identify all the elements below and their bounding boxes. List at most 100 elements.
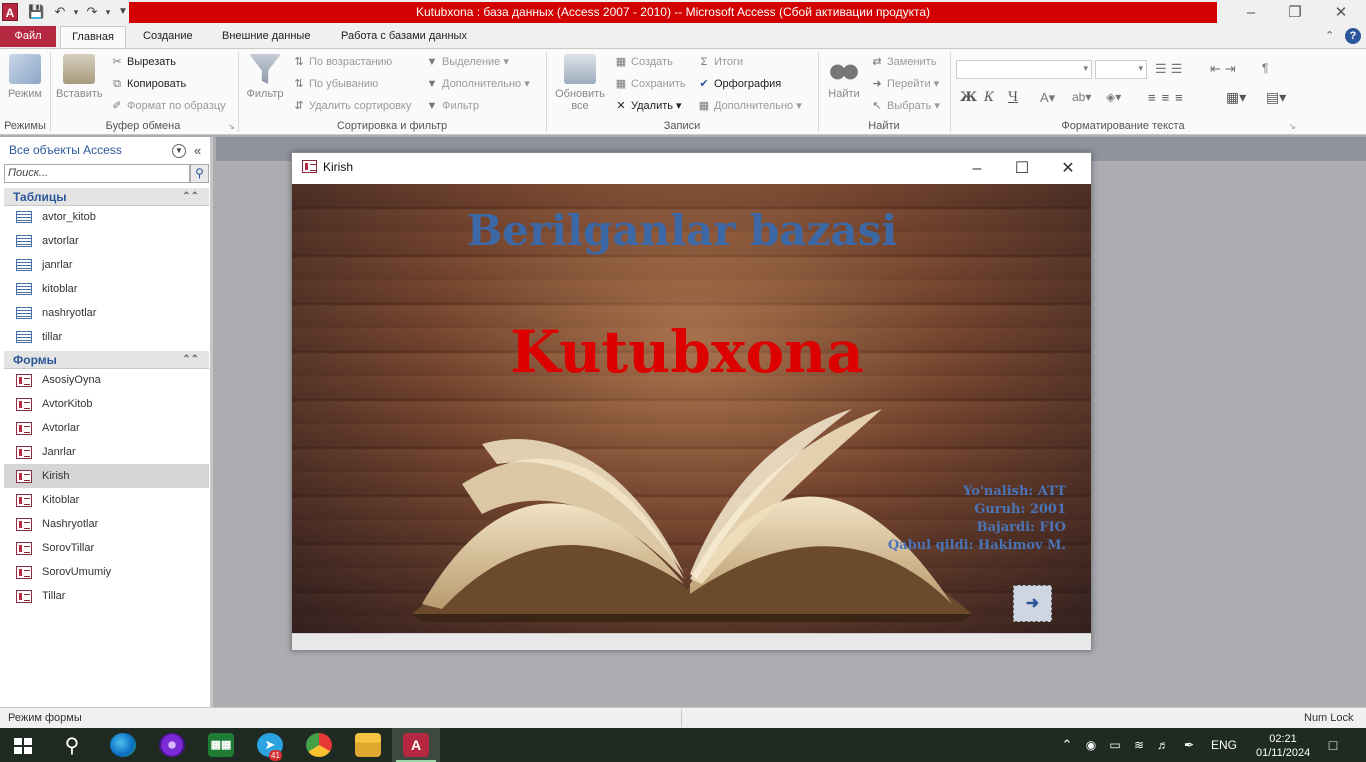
search-icon[interactable]: ⚲	[60, 734, 84, 758]
tab-home[interactable]: Главная	[60, 26, 126, 49]
wifi-icon[interactable]: ≋	[1130, 728, 1148, 762]
save-record-button[interactable]: ▦ Сохранить	[614, 75, 686, 93]
form-item-nashryotlar[interactable]: Nashryotlar	[4, 512, 209, 536]
delete-record-button[interactable]: ✕ Удалить ▾	[614, 97, 681, 115]
cut-button[interactable]: ✂ Вырезать	[110, 53, 176, 71]
table-item-nashryotlar[interactable]: nashryotlar	[4, 301, 209, 325]
forms-section-header[interactable]: Формы ⌃⌃	[4, 351, 209, 369]
replace-button[interactable]: ⇄ Заменить	[870, 53, 936, 71]
tab-file[interactable]: Файл	[0, 26, 56, 47]
tab-external-data[interactable]: Внешние данные	[212, 25, 320, 48]
alternate-row-color-icon[interactable]: ▤▾	[1266, 89, 1286, 106]
form-minimize-icon[interactable]: –	[954, 153, 1000, 184]
table-item-label: kitoblar	[42, 283, 78, 295]
copy-button[interactable]: ⧉ Копировать	[110, 75, 186, 93]
collapse-pane-icon[interactable]: «	[194, 143, 201, 158]
fill-color-icon[interactable]: ◈▾	[1106, 90, 1121, 104]
redo-dropdown-icon[interactable]: ▾	[100, 4, 116, 20]
records-more-button[interactable]: ▦ Дополнительно ▾	[697, 97, 802, 115]
gridlines-icon[interactable]: ▦▾	[1226, 89, 1246, 106]
tab-create[interactable]: Создание	[133, 25, 203, 48]
notification-icon[interactable]: □	[1320, 728, 1346, 762]
next-button[interactable]: ➜	[1013, 585, 1052, 622]
pen-icon[interactable]: ✒	[1180, 728, 1198, 762]
battery-icon[interactable]: ▭	[1106, 728, 1124, 762]
selection-button[interactable]: ▼ Выделение ▾	[425, 53, 509, 71]
undo-icon[interactable]: ↶	[52, 4, 68, 20]
goto-button[interactable]: ➜ Перейти ▾	[870, 75, 939, 93]
table-item-kitoblar[interactable]: kitoblar	[4, 277, 209, 301]
dialog-launcher-icon[interactable]: ↘	[228, 122, 235, 131]
minimize-icon[interactable]: –	[1228, 0, 1274, 25]
save-icon[interactable]: 💾	[28, 4, 44, 20]
table-icon	[16, 211, 32, 223]
table-item-avtorlar[interactable]: avtorlar	[4, 229, 209, 253]
table-item-janrlar[interactable]: janrlar	[4, 253, 209, 277]
camera-icon[interactable]: ◉	[1082, 728, 1100, 762]
font-size-select[interactable]: ▾	[1095, 60, 1147, 79]
form-item-kitoblar[interactable]: Kitoblar	[4, 488, 209, 512]
chrome-browser-icon[interactable]	[306, 733, 332, 757]
totals-button[interactable]: Σ Итоги	[697, 53, 744, 71]
edge-browser-icon[interactable]	[110, 733, 136, 757]
clock[interactable]: 02:21 01/11/2024	[1256, 732, 1310, 760]
indent-icon[interactable]: ⇤⇥	[1210, 61, 1240, 77]
form-item-tillar[interactable]: Tillar	[4, 584, 209, 608]
table-item-tillar[interactable]: tillar	[4, 325, 209, 349]
form-item-avtorkitob[interactable]: AvtorKitob	[4, 392, 209, 416]
redo-icon[interactable]: ↷	[84, 4, 100, 20]
refresh-all-button[interactable]: Обновить все	[550, 54, 610, 112]
access-app-icon[interactable]: A	[2, 3, 18, 21]
paragraph-icon[interactable]: ¶	[1262, 61, 1268, 75]
font-color-icon[interactable]: A▾	[1040, 90, 1055, 106]
access-app-icon[interactable]: A	[403, 733, 429, 757]
sort-ascending-button[interactable]: ⇅ По возрастанию	[292, 53, 392, 71]
align-icons[interactable]: ≡≡≡	[1148, 90, 1189, 105]
underline-button[interactable]: Ч	[1008, 90, 1018, 105]
form-item-sorovtillar[interactable]: SorovTillar	[4, 536, 209, 560]
form-maximize-icon[interactable]: ☐	[999, 153, 1045, 184]
tor-browser-icon[interactable]	[159, 733, 185, 757]
maximize-icon[interactable]: ❐	[1272, 0, 1318, 25]
font-name-select[interactable]: ▾	[956, 60, 1092, 79]
language-indicator[interactable]: ENG	[1206, 728, 1242, 762]
file-explorer-icon[interactable]	[355, 733, 381, 757]
bold-button[interactable]: Ж	[960, 90, 977, 105]
help-icon[interactable]: ?	[1345, 28, 1361, 44]
undo-dropdown-icon[interactable]: ▾	[68, 4, 84, 20]
find-button[interactable]: Найти	[823, 54, 865, 100]
form-item-janrlar[interactable]: Janrlar	[4, 440, 209, 464]
new-record-button[interactable]: ▦ Создать	[614, 53, 673, 71]
spreadsheet-app-icon[interactable]: ▦▦	[208, 733, 234, 757]
remove-sort-button[interactable]: ⇵ Удалить сортировку	[292, 97, 411, 115]
search-icon[interactable]: ⚲	[190, 164, 209, 183]
close-icon[interactable]: ✕	[1318, 0, 1364, 25]
tables-section-header[interactable]: Таблицы ⌃⌃	[4, 188, 209, 206]
toggle-filter-button[interactable]: ▼ Фильтр	[425, 97, 479, 115]
table-item-avtor-kitob[interactable]: avtor_kitob	[4, 205, 209, 229]
select-button[interactable]: ↖ Выбрать ▾	[870, 97, 940, 115]
dialog-launcher-icon[interactable]: ↘	[1289, 122, 1296, 131]
collapse-ribbon-icon[interactable]: ⌃	[1325, 29, 1334, 42]
form-item-sorovumumiy[interactable]: SorovUmumiy	[4, 560, 209, 584]
highlight-icon[interactable]: ab▾	[1072, 90, 1091, 104]
view-button[interactable]: Режим	[4, 54, 46, 100]
form-close-icon[interactable]: ✕	[1045, 153, 1091, 184]
sort-descending-button[interactable]: ⇅ По убыванию	[292, 75, 378, 93]
form-item-kirish[interactable]: Kirish	[4, 464, 209, 488]
filter-button[interactable]: Фильтр	[244, 54, 286, 100]
volume-icon[interactable]: ♬	[1154, 728, 1172, 762]
form-item-asosiyoyna[interactable]: AsosiyOyna	[4, 368, 209, 392]
spelling-button[interactable]: ✔ Орфография	[697, 75, 781, 93]
chevron-down-icon[interactable]: ▼	[172, 144, 186, 158]
tab-database-tools[interactable]: Работа с базами данных	[331, 25, 477, 48]
format-painter-button[interactable]: ✐ Формат по образцу	[110, 97, 225, 115]
list-bullets-icon[interactable]: ☰☰	[1155, 61, 1186, 77]
italic-button[interactable]: К	[984, 90, 994, 105]
nav-search-input[interactable]: Поиск...	[4, 164, 190, 183]
windows-start-icon[interactable]	[14, 738, 32, 754]
advanced-filter-button[interactable]: ▼ Дополнительно ▾	[425, 75, 530, 93]
form-item-avtorlar[interactable]: Avtorlar	[4, 416, 209, 440]
chevron-up-icon[interactable]: ⌃	[1058, 728, 1076, 762]
paste-button[interactable]: Вставить	[56, 54, 103, 100]
